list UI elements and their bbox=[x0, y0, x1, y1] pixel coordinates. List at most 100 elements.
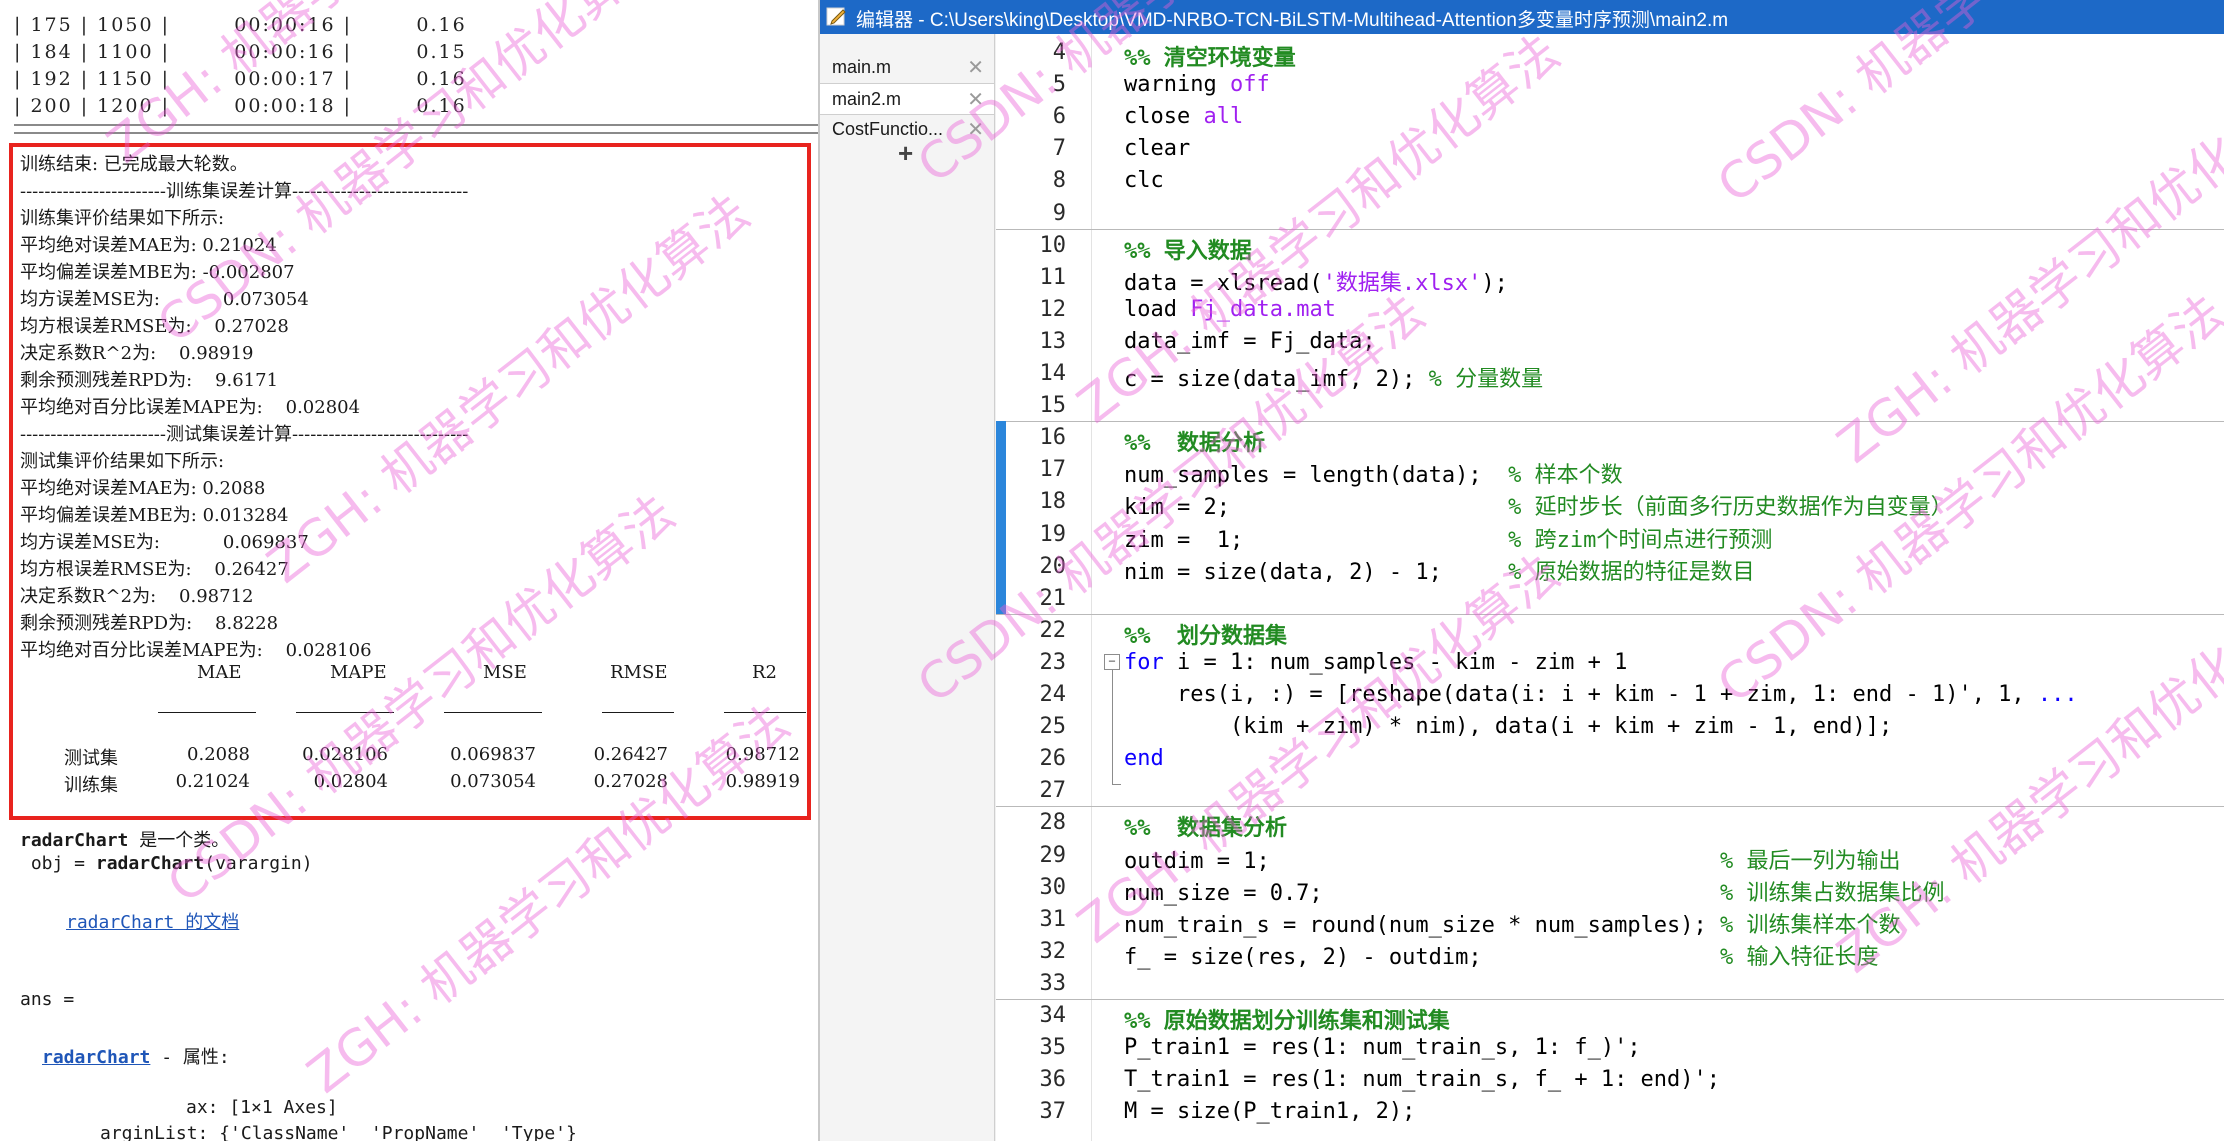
line-number: 25 bbox=[1039, 714, 1067, 740]
tab-label: main2.m bbox=[832, 89, 902, 109]
radar-props-line: radarChart - 属性: bbox=[42, 1043, 230, 1069]
comment-token: %% 清空环境变量 bbox=[1124, 46, 1296, 71]
code-line[interactable]: P_train1 = res(1: num_train_s, 1: f_)'; bbox=[1124, 1035, 1641, 1060]
table-cell: 0.27028 bbox=[593, 771, 668, 792]
line-number: 4 bbox=[1052, 40, 1066, 65]
code-line[interactable]: load Fj_data.mat bbox=[1124, 297, 1336, 322]
code-token: clc bbox=[1124, 168, 1164, 194]
editor-title-bar[interactable]: 编辑器 - C:\Users\king\Desktop\VMD-NRBO-TCN… bbox=[820, 0, 2224, 34]
comment-token: %% 数据分析 bbox=[1124, 431, 1265, 457]
line-number: 18 bbox=[1039, 489, 1067, 515]
code-token: clear bbox=[1124, 136, 1191, 162]
code-line[interactable]: res(i, :) = [reshape(data(i: i + kim - 1… bbox=[1124, 682, 2078, 707]
close-tab-icon[interactable]: ✕ bbox=[967, 117, 984, 142]
line-number: 12 bbox=[1039, 296, 1067, 322]
code-token: kim = 2; bbox=[1124, 495, 1509, 521]
radar-doc-link[interactable]: radarChart 的文档 bbox=[66, 908, 239, 934]
fold-guide bbox=[1112, 670, 1113, 785]
line-number: 31 bbox=[1039, 906, 1067, 932]
editor-window[interactable]: 编辑器 - C:\Users\king\Desktop\VMD-NRBO-TCN… bbox=[818, 0, 2224, 1141]
line-number: 36 bbox=[1039, 1067, 1067, 1093]
line-number: 21 bbox=[1039, 585, 1067, 611]
progress-row: | 192 | 1150 | 00:00:17 | 0.16 bbox=[14, 68, 467, 90]
code-line[interactable]: warning off bbox=[1124, 72, 1270, 97]
fold-guide-end bbox=[1112, 784, 1121, 785]
close-tab-icon[interactable]: ✕ bbox=[967, 87, 984, 112]
train-eval-label: 训练集评价结果如下所示: bbox=[20, 208, 225, 229]
add-tab-button[interactable]: + bbox=[898, 138, 913, 169]
comment-token: % 样本个数 bbox=[1508, 463, 1623, 489]
code-editor[interactable]: 4 5 6 7 8 9 10 11 12 13 14 15 16 17 18 19 20 21 22 23 24 25 26… bbox=[996, 34, 2224, 1141]
code-line[interactable]: close all bbox=[1124, 104, 1243, 129]
metric-line: 均方误差MSE为: 0.069837 bbox=[20, 532, 309, 553]
editor-title: 编辑器 - C:\Users\king\Desktop\VMD-NRBO-TCN… bbox=[856, 10, 1729, 31]
code-line[interactable]: M = size(P_train1, 2); bbox=[1124, 1099, 1415, 1124]
line-number: 34 bbox=[1039, 1003, 1067, 1028]
line-number: 27 bbox=[1039, 778, 1067, 804]
comment-token: % 跨zim个时间点进行预测 bbox=[1508, 527, 1773, 553]
line-number: 37 bbox=[1039, 1099, 1067, 1125]
code-token: data_imf = Fj_data; bbox=[1124, 328, 1376, 354]
code-token: res(i, :) = [reshape(data(i: i + kim - 1… bbox=[1124, 682, 2038, 707]
code-line[interactable]: %% 导入数据 bbox=[1124, 233, 1252, 265]
code-line[interactable]: T_train1 = res(1: num_train_s, f_ + 1: e… bbox=[1124, 1067, 1720, 1092]
code-line[interactable]: %% 划分数据集 bbox=[1124, 618, 1287, 650]
progress-row: | 184 | 1100 | 00:00:16 | 0.15 bbox=[14, 41, 467, 63]
code-line[interactable]: c = size(data_imf, 2); % 分量数量 bbox=[1124, 361, 1543, 393]
code-token: T_train1 = res(1: num_train_s, f_ + 1: e… bbox=[1124, 1067, 1721, 1093]
code-line[interactable]: (kim + zim) * nim), data(i + kim + zim -… bbox=[1124, 714, 1892, 739]
code-line[interactable]: %% 原始数据划分训练集和测试集 bbox=[1124, 1003, 1450, 1035]
command-window[interactable]: | 175 | 1050 | 00:00:16 | 0.16 | 184 | 11… bbox=[0, 0, 818, 1141]
code-line[interactable]: num_train_s = round(num_size * num_sampl… bbox=[1124, 907, 1901, 939]
comment-token: % 延时步长（前面多行历史数据作为自变量） bbox=[1508, 495, 1953, 521]
table-header-rule bbox=[724, 712, 806, 713]
code-line[interactable]: end bbox=[1124, 746, 1164, 771]
code-line[interactable]: zim = 1; % 跨zim个时间点进行预测 bbox=[1124, 522, 1772, 554]
radar-sig-name: radarChart bbox=[95, 853, 205, 874]
code-token: load bbox=[1124, 296, 1191, 322]
file-tab[interactable]: main2.m ✕ bbox=[820, 83, 994, 115]
code-line[interactable]: data = xlsread('数据集.xlsx'); bbox=[1124, 265, 1508, 297]
code-line[interactable]: %% 清空环境变量 bbox=[1124, 40, 1296, 72]
prop-arglist: arginList: {'ClassName' 'PropName' 'Type… bbox=[100, 1123, 577, 1141]
code-token: outdim = 1; bbox=[1124, 848, 1721, 874]
metric-line: 平均偏差误差MBE为: -0.002807 bbox=[20, 262, 295, 283]
line-number: 17 bbox=[1039, 457, 1067, 483]
table-header-rule bbox=[444, 712, 542, 713]
line-number: 29 bbox=[1039, 842, 1067, 868]
test-error-header: ------------------------测试集误差计算---------… bbox=[20, 424, 469, 445]
code-token: i = 1: num_samples - kim - zim + 1 bbox=[1163, 649, 1628, 675]
code-line[interactable]: clear bbox=[1124, 136, 1190, 161]
line-number: 35 bbox=[1039, 1035, 1067, 1061]
table-header-rule bbox=[158, 712, 256, 713]
code-line[interactable]: outdim = 1; % 最后一列为输出 bbox=[1124, 843, 1901, 875]
prop-ax: ax: [1×1 Axes] bbox=[186, 1097, 338, 1118]
code-line[interactable]: for i = 1: num_samples - kim - zim + 1 bbox=[1124, 650, 1627, 675]
code-line[interactable]: %% 数据集分析 bbox=[1124, 810, 1287, 842]
code-token: nim = size(data, 2) - 1; bbox=[1124, 559, 1509, 585]
radar-signature: obj = radarChart(varargin) bbox=[20, 853, 313, 874]
code-line[interactable]: clc bbox=[1124, 168, 1164, 193]
metric-line: 均方根误差RMSE为: 0.26427 bbox=[20, 559, 289, 580]
file-tab[interactable]: main.m ✕ bbox=[820, 52, 994, 82]
line-number: 6 bbox=[1052, 104, 1066, 130]
metric-line: 平均绝对误差MAE为: 0.21024 bbox=[20, 235, 277, 256]
table-column-header: MAE bbox=[197, 662, 242, 683]
keyword-token: ... bbox=[2037, 682, 2078, 707]
code-line[interactable]: data_imf = Fj_data; bbox=[1124, 329, 1376, 354]
fold-toggle-icon[interactable]: − bbox=[1104, 654, 1120, 670]
line-number: 24 bbox=[1039, 682, 1067, 707]
string-token: '数据集.xlsx' bbox=[1322, 270, 1482, 296]
close-tab-icon[interactable]: ✕ bbox=[967, 55, 984, 80]
radar-prop-label: - 属性: bbox=[150, 1047, 230, 1068]
code-line[interactable]: num_samples = length(data); % 样本个数 bbox=[1124, 457, 1623, 489]
code-line[interactable]: kim = 2; % 延时步长（前面多行历史数据作为自变量） bbox=[1124, 489, 1953, 521]
comment-token: %% 数据集分析 bbox=[1124, 816, 1287, 842]
code-line[interactable]: f_ = size(res, 2) - outdim; % 输入特征长度 bbox=[1124, 939, 1879, 971]
code-line[interactable]: num_size = 0.7; % 训练集占数据集比例 bbox=[1124, 875, 1945, 907]
code-line[interactable]: %% 数据分析 bbox=[1124, 425, 1265, 457]
ans-line: ans = bbox=[20, 989, 75, 1010]
code-token: close bbox=[1124, 104, 1204, 130]
code-line[interactable]: nim = size(data, 2) - 1; % 原始数据的特征是数目 bbox=[1124, 554, 1755, 586]
radar-prop-link[interactable]: radarChart bbox=[42, 1047, 150, 1068]
